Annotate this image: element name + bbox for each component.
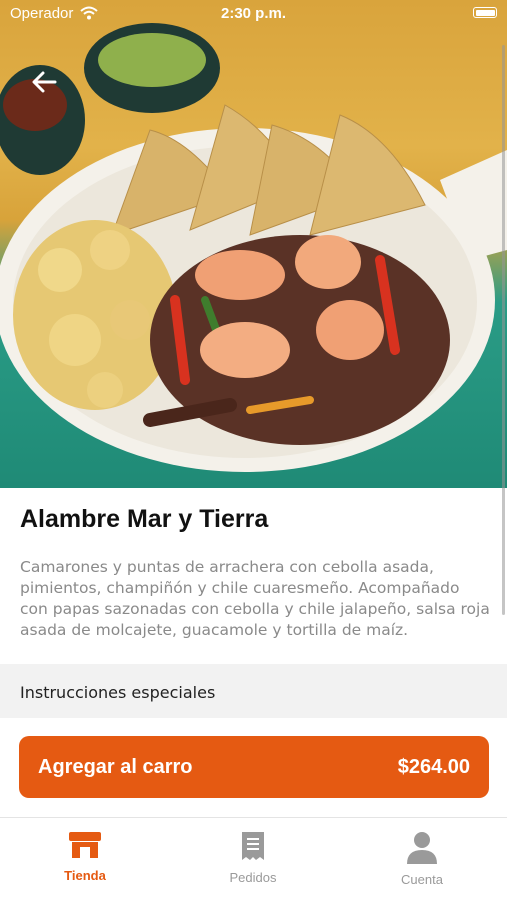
product-title: Alambre Mar y Tierra — [20, 505, 269, 533]
tab-label-tienda: Tienda — [64, 868, 106, 883]
tab-bar: Tienda Pedidos Cuenta — [0, 817, 507, 901]
back-button[interactable] — [24, 62, 64, 102]
product-description: Camarones y puntas de arrachera con cebo… — [20, 558, 490, 639]
special-instructions-label: Instrucciones especiales — [20, 683, 216, 702]
add-to-cart-price: $264.00 — [397, 756, 470, 778]
receipt-icon — [242, 832, 264, 860]
tab-label-pedidos: Pedidos — [229, 870, 277, 885]
add-to-cart-button[interactable]: Agregar al carro $264.00 — [19, 736, 489, 798]
store-icon — [69, 832, 101, 858]
battery-icon — [473, 7, 497, 18]
tab-pedidos[interactable]: Pedidos — [193, 830, 313, 885]
product-image — [0, 0, 507, 488]
food-illustration — [0, 23, 507, 472]
tab-cuenta[interactable]: Cuenta — [362, 830, 482, 887]
status-time: 2:30 p.m. — [220, 5, 287, 22]
status-bar: Operador 2:30 p.m. — [0, 0, 507, 28]
tab-tienda[interactable]: Tienda — [25, 830, 145, 883]
add-to-cart-label: Agregar al carro — [38, 756, 193, 778]
user-icon — [407, 832, 437, 864]
arrow-left-icon — [32, 71, 57, 93]
scroll-indicator[interactable] — [502, 45, 505, 615]
tab-label-cuenta: Cuenta — [401, 872, 443, 887]
special-instructions-field[interactable]: Instrucciones especiales — [0, 664, 507, 718]
